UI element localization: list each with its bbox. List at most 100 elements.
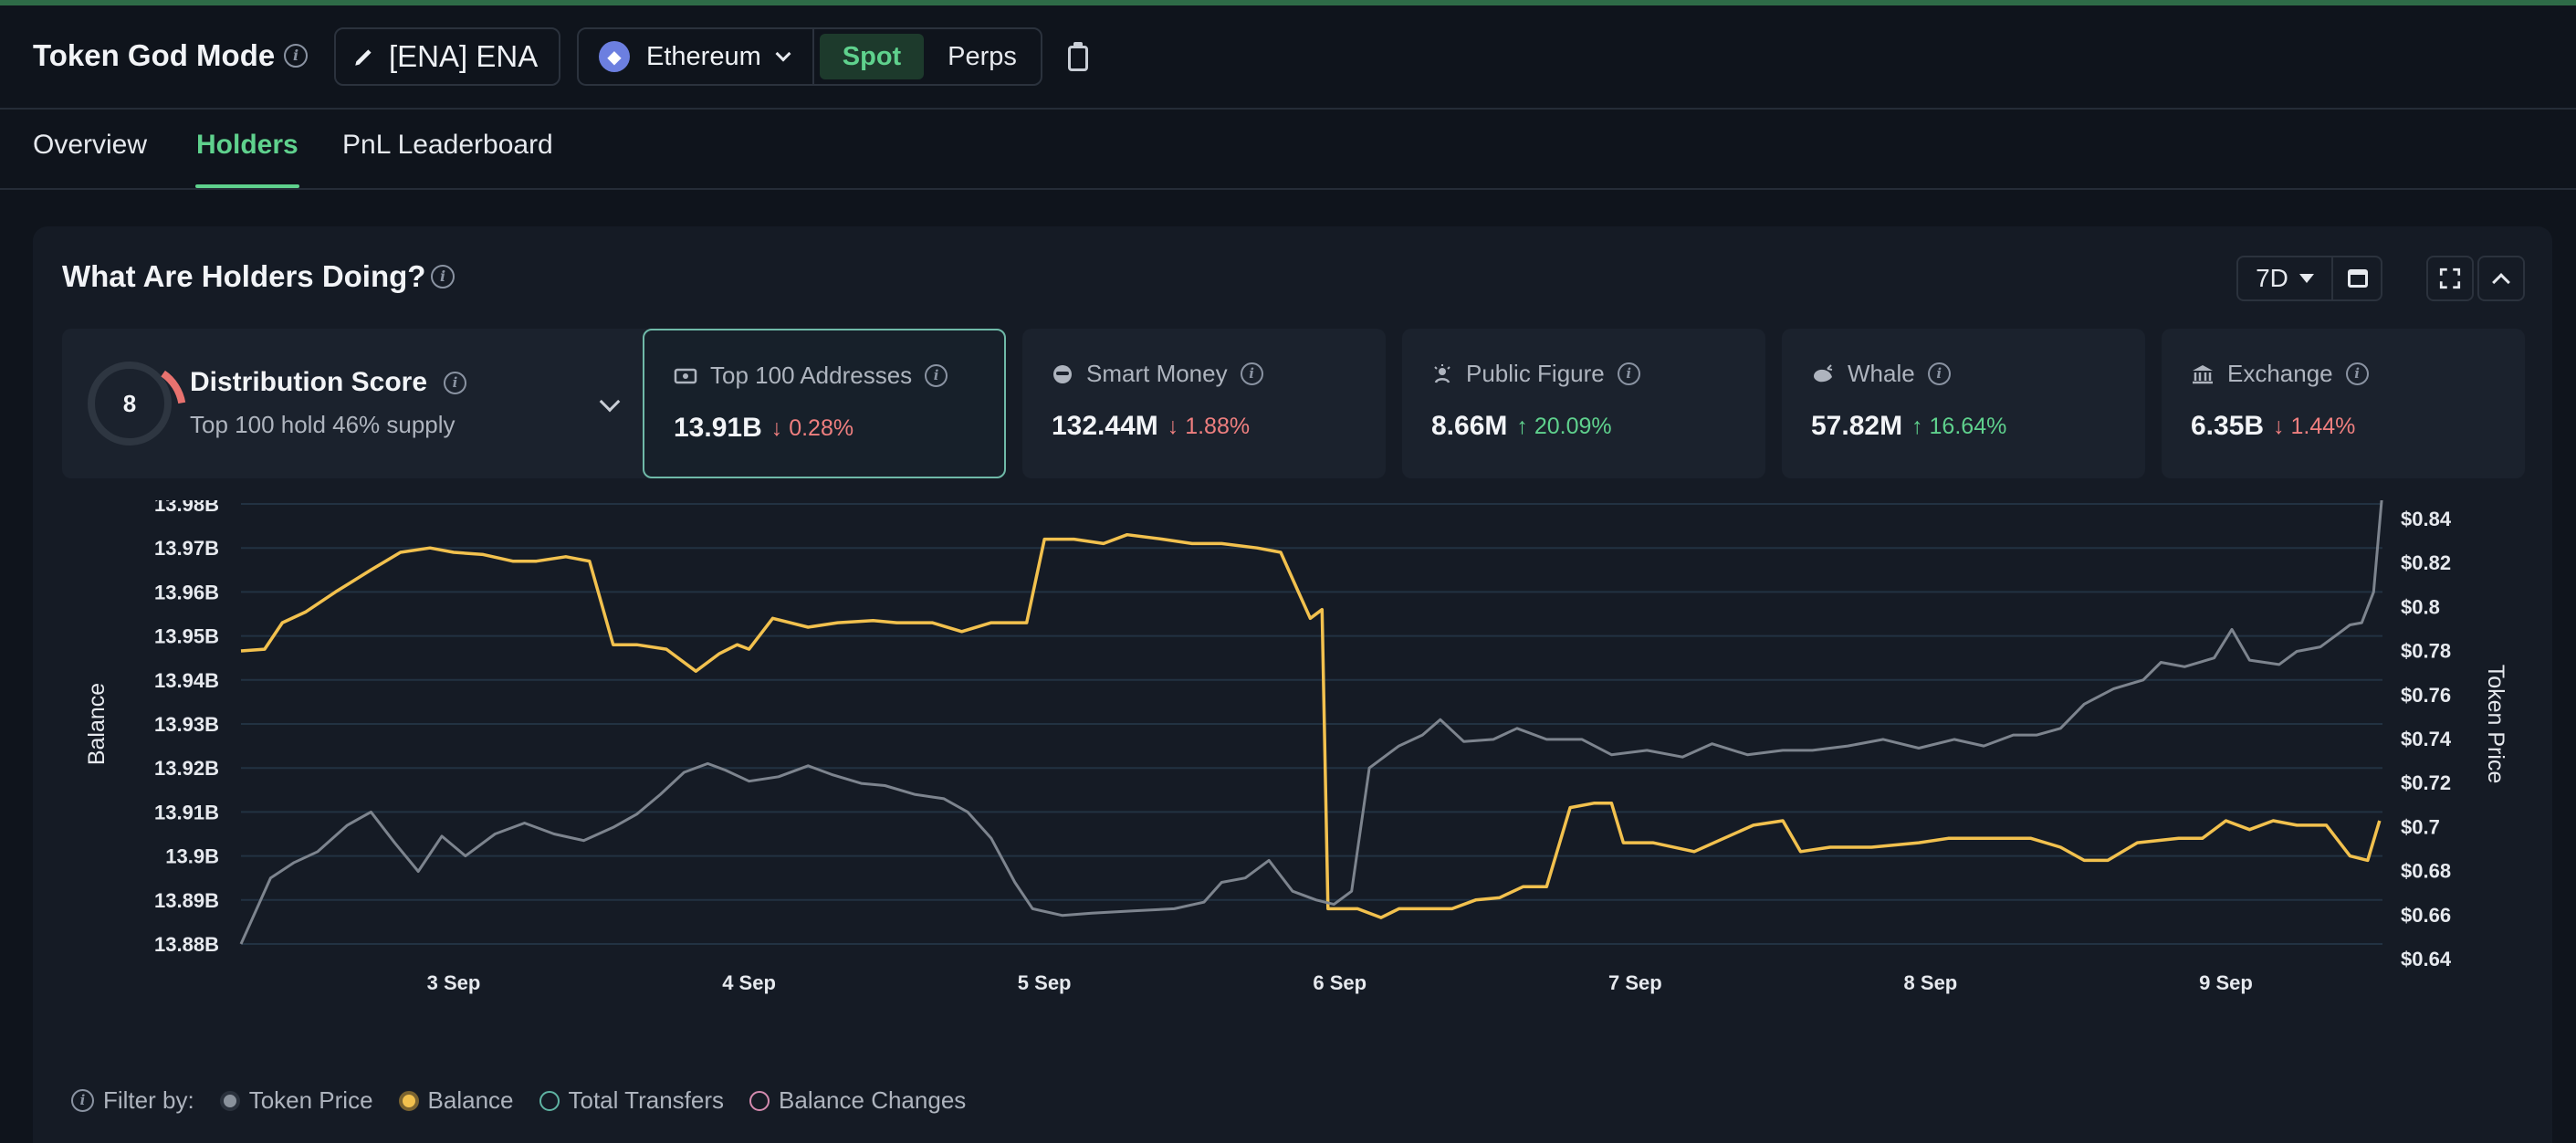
- distribution-subtitle: Top 100 hold 46% supply: [190, 411, 456, 438]
- stat-label: Whale: [1848, 360, 1915, 387]
- tab-overview[interactable]: Overview: [33, 130, 147, 161]
- collapse-button[interactable]: [2477, 256, 2525, 301]
- chevron-down-icon: [775, 46, 791, 62]
- expand-icon: [2439, 267, 2461, 289]
- info-icon[interactable]: i: [2345, 362, 2369, 385]
- stat-change-value: 0.28%: [789, 414, 854, 441]
- stat-value: 6.35B: [2191, 411, 2265, 441]
- app-title: Token God Mode: [33, 38, 276, 72]
- legend-token-price[interactable]: Token Price: [219, 1086, 373, 1115]
- active-tab-indicator: [195, 184, 299, 188]
- info-icon[interactable]: i: [1240, 362, 1263, 385]
- info-icon[interactable]: i: [925, 364, 948, 387]
- y-left-tick-label: 13.88B: [154, 933, 219, 956]
- whale-icon: [1814, 363, 1833, 382]
- tab-holders[interactable]: Holders: [196, 130, 298, 161]
- stat-label: Public Figure: [1466, 360, 1605, 387]
- x-tick-label: 5 Sep: [1018, 971, 1072, 994]
- token-label: [ENA] ENA: [389, 39, 539, 73]
- series-line-token-price: [239, 500, 2383, 945]
- clipboard-icon[interactable]: [1068, 42, 1088, 71]
- legend-label: Balance: [427, 1086, 514, 1114]
- range-selector: 7D: [2236, 256, 2382, 301]
- legend-label: Token Price: [248, 1086, 373, 1114]
- x-tick-label: 9 Sep: [2199, 971, 2253, 994]
- info-icon[interactable]: i: [71, 1089, 94, 1112]
- app-header: Token God Mode i [ENA] ENA ◆ Ethereum Sp…: [0, 5, 2576, 110]
- y-right-tick-label: $0.8: [2401, 595, 2440, 618]
- stat-card-exchange[interactable]: Exchange i 6.35B ↓ 1.44%: [2162, 329, 2525, 478]
- spot-toggle[interactable]: Spot: [820, 34, 924, 79]
- distribution-score-value: 8: [122, 389, 137, 417]
- y-left-axis-title: Balance: [84, 683, 110, 765]
- chain-mode-group: ◆ Ethereum Spot Perps: [577, 27, 1042, 86]
- ethereum-icon: ◆: [599, 41, 630, 72]
- filter-prefix: Filter by:: [103, 1086, 194, 1114]
- y-left-tick-label: 13.97B: [154, 537, 219, 560]
- stat-card-smart-money[interactable]: Smart Money i 132.44M ↓ 1.88%: [1022, 329, 1386, 478]
- stat-card-top-100[interactable]: Top 100 Addresses i 13.91B ↓ 0.28%: [643, 329, 1006, 478]
- calendar-icon[interactable]: [2348, 269, 2368, 288]
- y-right-tick-label: $0.68: [2401, 860, 2451, 883]
- y-left-tick-label: 13.91B: [154, 801, 219, 823]
- chevron-down-icon[interactable]: [599, 391, 621, 413]
- pencil-icon: [355, 49, 372, 66]
- y-right-tick-label: $0.66: [2401, 904, 2451, 927]
- y-left-tick-label: 13.93B: [154, 713, 219, 736]
- stat-value-row: 8.66M ↑ 20.09%: [1431, 411, 1612, 442]
- range-label: 7D: [2256, 264, 2288, 292]
- legend-dot: [398, 1090, 419, 1111]
- perps-toggle[interactable]: Perps: [924, 34, 1041, 79]
- stat-value-row: 132.44M ↓ 1.88%: [1052, 411, 1250, 442]
- y-right-tick-label: $0.7: [2401, 815, 2440, 838]
- y-left-tick-label: 13.92B: [154, 757, 219, 780]
- info-icon[interactable]: i: [444, 371, 467, 394]
- stat-card-public-figure[interactable]: Public Figure i 8.66M ↑ 20.09%: [1402, 329, 1765, 478]
- stat-label: Top 100 Addresses: [710, 362, 913, 389]
- stat-header: Smart Money i: [1052, 360, 1263, 388]
- legend-total-transfers[interactable]: Total Transfers: [539, 1086, 724, 1115]
- stat-header: Whale i: [1811, 360, 1951, 388]
- stat-card-whale[interactable]: Whale i 57.82M ↑ 16.64%: [1782, 329, 2145, 478]
- stat-value-row: 57.82M ↑ 16.64%: [1811, 411, 2006, 442]
- holders-line-chart[interactable]: 13.98B 13.97B 13.96B 13.95B 13.94B 13.93B 13.9…: [33, 500, 2552, 1085]
- y-left-tick-label: 13.94B: [154, 669, 219, 692]
- token-selector-button[interactable]: [ENA] ENA: [334, 27, 560, 86]
- stat-value: 57.82M: [1811, 411, 1903, 441]
- distribution-title-text: Distribution Score: [190, 367, 428, 397]
- info-icon[interactable]: i: [1617, 362, 1640, 385]
- y-left-tick-label: 13.95B: [154, 625, 219, 648]
- stat-change-value: 1.44%: [2290, 413, 2356, 439]
- legend-balance[interactable]: Balance: [398, 1086, 514, 1115]
- range-dropdown[interactable]: 7D: [2238, 257, 2333, 299]
- legend-balance-changes[interactable]: Balance Changes: [749, 1086, 966, 1115]
- y-right-tick-label: $0.72: [2401, 771, 2451, 794]
- stat-header: Public Figure i: [1431, 360, 1640, 388]
- info-icon[interactable]: i: [431, 265, 455, 288]
- y-right-tick-label: $0.84: [2401, 508, 2452, 530]
- y-right-tick-label: $0.78: [2401, 640, 2451, 663]
- fullscreen-button[interactable]: [2426, 256, 2474, 301]
- glasses-icon: [1053, 364, 1072, 383]
- y-right-tick-label: $0.64: [2401, 948, 2452, 970]
- legend-label: Balance Changes: [779, 1086, 967, 1114]
- y-right-tick-label: $0.74: [2401, 728, 2452, 750]
- stat-change: ↑ 16.64%: [1911, 413, 2007, 439]
- bank-icon: [2193, 364, 2213, 383]
- y-left-tick-label: 13.98B: [154, 500, 219, 516]
- legend-dot: [539, 1090, 560, 1111]
- distribution-score-card[interactable]: 8 Distribution Score i Top 100 hold 46% …: [62, 329, 655, 478]
- info-icon[interactable]: i: [1927, 362, 1951, 385]
- stat-value: 8.66M: [1431, 411, 1508, 441]
- legend-dot: [749, 1090, 770, 1111]
- chain-selector[interactable]: ◆ Ethereum: [579, 29, 814, 84]
- chain-label: Ethereum: [646, 41, 761, 71]
- filter-label: i Filter by:: [71, 1086, 194, 1115]
- chart-legend: i Filter by: Token Price Balance Total T…: [71, 1086, 966, 1115]
- info-icon[interactable]: i: [284, 44, 308, 68]
- stat-label: Smart Money: [1086, 360, 1228, 387]
- legend-dot: [219, 1090, 240, 1111]
- star-person-icon: [1434, 363, 1450, 383]
- stat-header: Exchange i: [2191, 360, 2369, 388]
- tab-pnl-leaderboard[interactable]: PnL Leaderboard: [342, 130, 553, 161]
